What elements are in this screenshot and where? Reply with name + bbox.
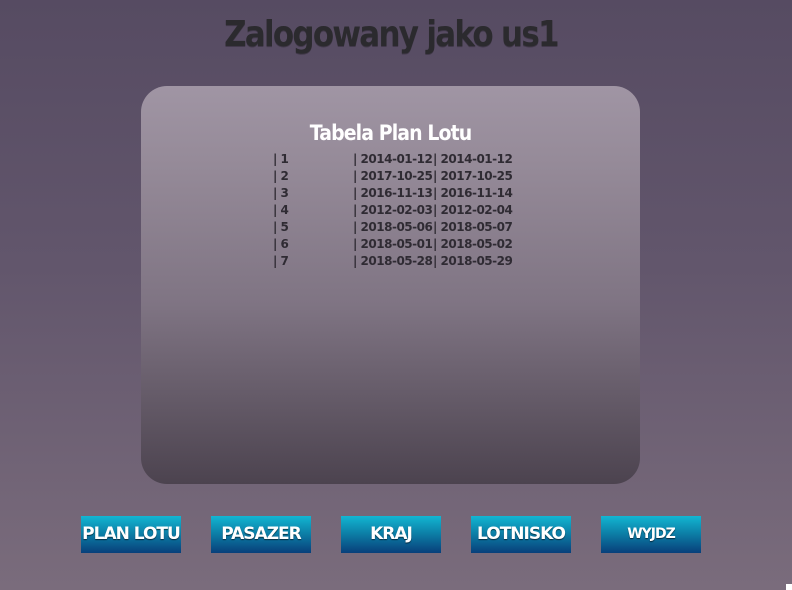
- table-cell-date-to: | 2018-05-07: [433, 220, 513, 234]
- table-cell-id: | 7: [273, 254, 289, 268]
- table-cell-id: | 5: [273, 220, 289, 234]
- table-cell-date-from: | 2014-01-12: [353, 152, 433, 166]
- table-cell-id: | 1: [273, 152, 289, 166]
- table-cell-date-from: | 2018-05-01: [353, 237, 433, 251]
- table-cell-date-to: | 2017-10-25: [433, 169, 513, 183]
- kraj-button[interactable]: KRAJ: [341, 516, 441, 553]
- wyjdz-button[interactable]: WYJDZ: [601, 516, 701, 553]
- table-cell-date-from: | 2012-02-03: [353, 203, 433, 217]
- table-cell-date-from: | 2017-10-25: [353, 169, 433, 183]
- table-cell-date-from: | 2018-05-28: [353, 254, 433, 268]
- table-cell-date-from: | 2018-05-06: [353, 220, 433, 234]
- table-cell-id: | 3: [273, 186, 289, 200]
- table-cell-date-from: | 2016-11-13: [353, 186, 433, 200]
- table-cell-date-to: | 2012-02-04: [433, 203, 513, 217]
- table-cell-date-to: | 2018-05-02: [433, 237, 513, 251]
- table-panel: Tabela Plan Lotu | 1 | 2014-01-12 | 2014…: [141, 86, 640, 484]
- plan-lotu-button[interactable]: PLAN LOTU: [81, 516, 181, 553]
- table-cell-id: | 4: [273, 203, 289, 217]
- table-cell-id: | 2: [273, 169, 289, 183]
- page-title: Zalogowany jako us1: [224, 14, 560, 55]
- pasazer-button[interactable]: PASAZER: [211, 516, 311, 553]
- table-cell-id: | 6: [273, 237, 289, 251]
- table-cell-date-to: | 2016-11-14: [433, 186, 513, 200]
- lotnisko-button[interactable]: LOTNISKO: [471, 516, 571, 553]
- table-cell-date-to: | 2014-01-12: [433, 152, 513, 166]
- table-cell-date-to: | 2018-05-29: [433, 254, 513, 268]
- table-title: Tabela Plan Lotu: [309, 121, 473, 145]
- corner-mark: [786, 584, 792, 590]
